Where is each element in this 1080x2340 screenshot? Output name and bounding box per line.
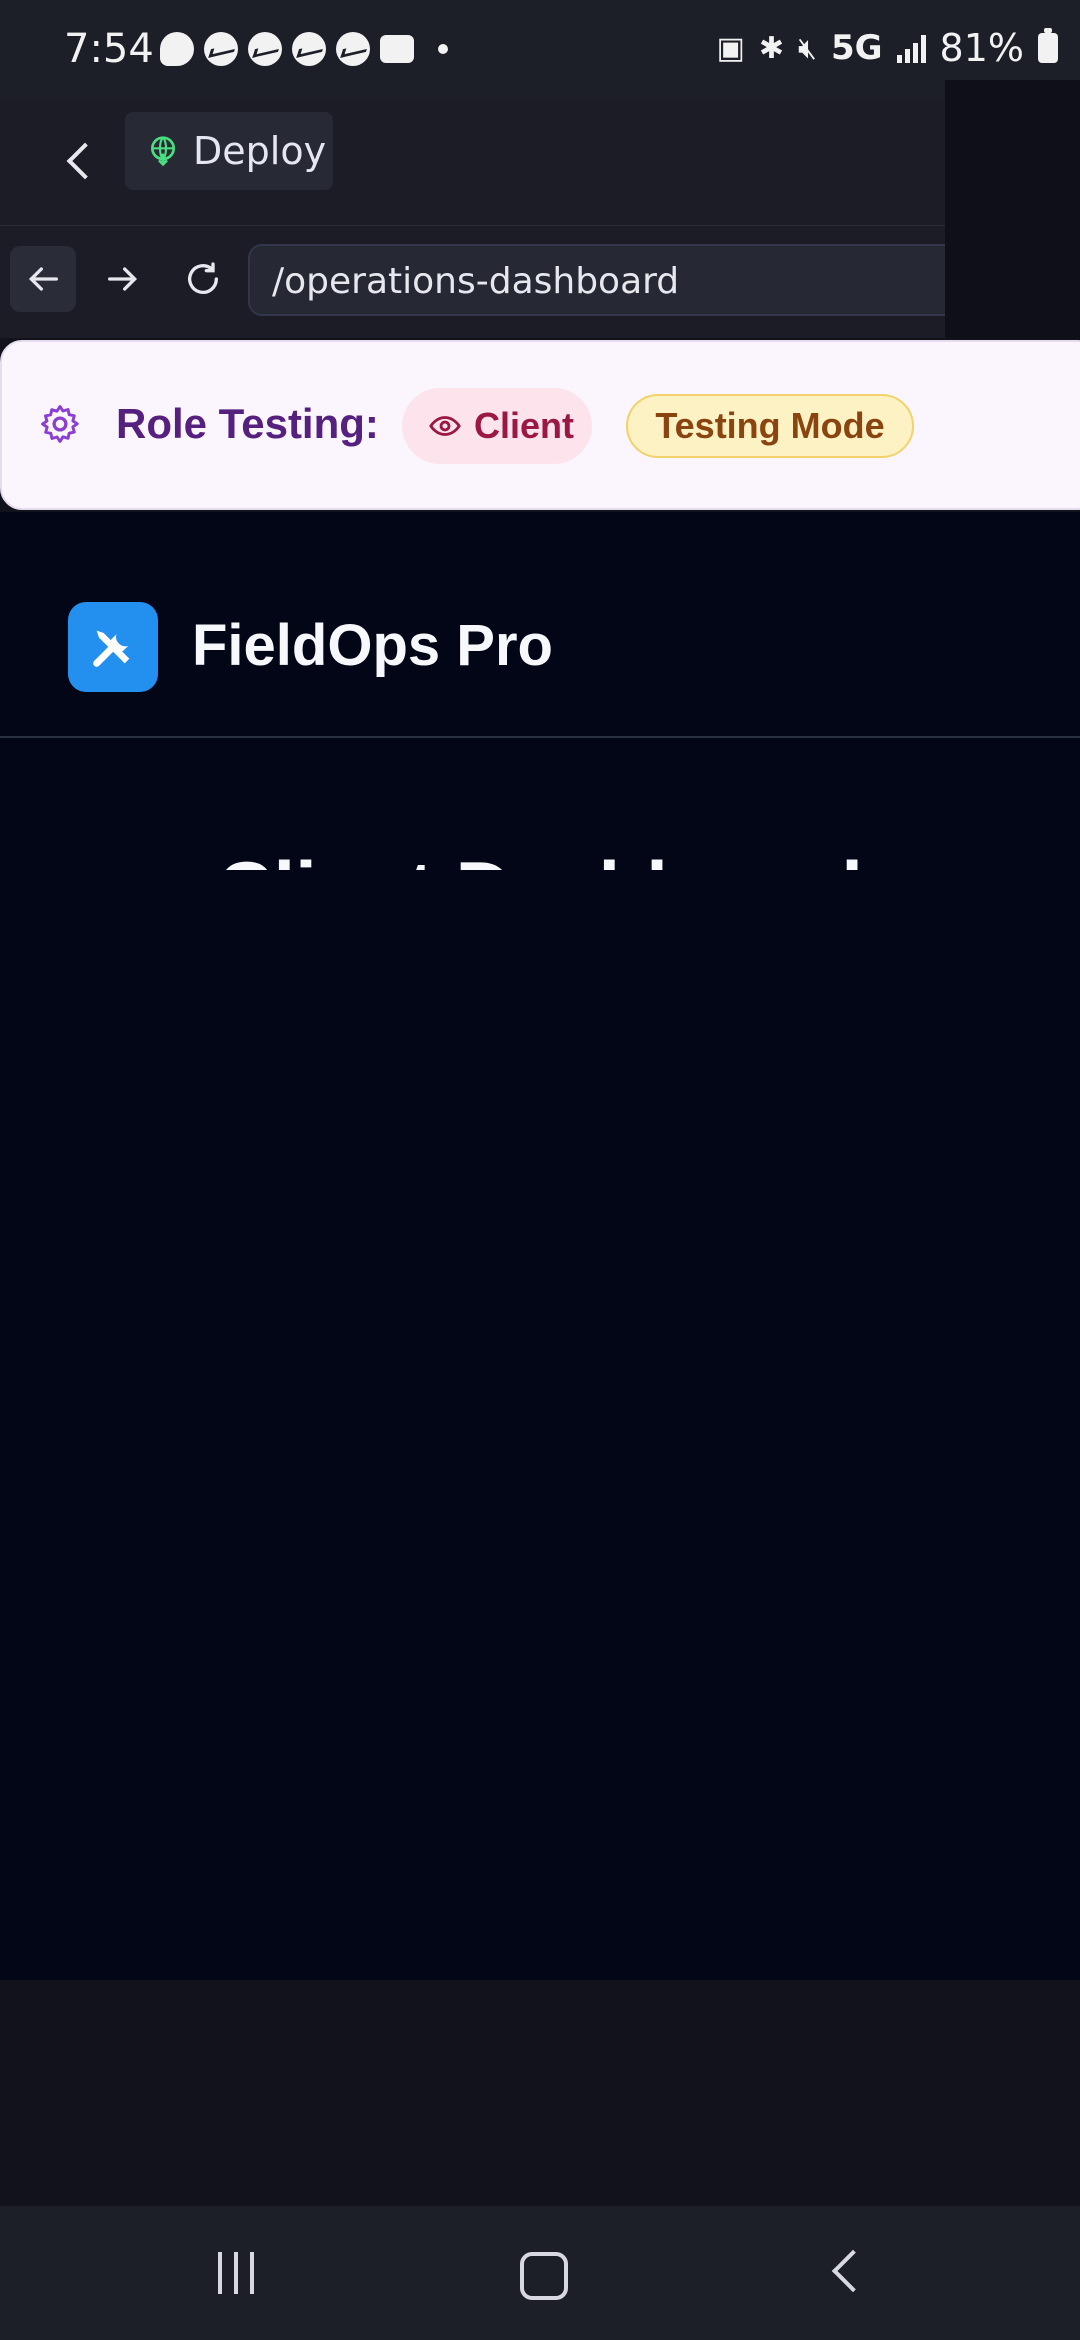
notification-icons <box>160 32 448 66</box>
messenger-icon <box>292 32 326 66</box>
page-title-area: Client Dashboard <box>0 812 1080 870</box>
preview-footer-area <box>0 1980 1080 2206</box>
deploy-icon <box>151 136 175 167</box>
messenger-icon <box>204 32 238 66</box>
status-indicators: ▣ ✱ 🔇︎ 5G 81% <box>717 26 1058 70</box>
recents-button[interactable] <box>218 2252 254 2294</box>
role-label: Client <box>474 405 575 446</box>
app-header: Deploy <box>0 100 945 226</box>
role-testing-label: Role Testing: <box>116 400 379 447</box>
browser-forward-button[interactable] <box>90 246 156 312</box>
testing-mode-badge: Testing Mode <box>626 394 914 458</box>
app-name: FieldOps Pro <box>192 613 553 678</box>
testing-mode-label: Testing Mode <box>655 405 885 446</box>
deploy-button[interactable]: Deploy <box>125 112 333 190</box>
wallet-icon <box>380 35 414 63</box>
url-input[interactable]: /operations-dashboard <box>248 244 968 316</box>
threads-icon <box>160 32 194 66</box>
more-notifications-dot <box>438 44 448 54</box>
bluetooth-icon: ✱ <box>758 30 785 66</box>
home-button[interactable] <box>520 2252 568 2300</box>
arrow-left-icon <box>28 267 58 291</box>
network-type: 5G <box>830 28 883 68</box>
tools-icon <box>93 630 130 667</box>
role-selector-client[interactable]: Client <box>402 388 592 464</box>
status-bar: 7:54 ▣ ✱ 🔇︎ 5G 81% <box>0 0 1080 100</box>
page-title: Client Dashboard <box>0 844 1080 870</box>
arrow-right-icon <box>108 267 138 291</box>
status-time: 7:54 <box>64 26 154 72</box>
deploy-label: Deploy <box>193 129 327 173</box>
role-testing-banner: Role Testing: Client Testing Mode <box>0 340 1080 510</box>
browser-reload-button[interactable] <box>170 246 236 312</box>
messenger-icon <box>336 32 370 66</box>
reload-icon <box>188 262 218 294</box>
side-panel-edge <box>945 80 1080 338</box>
gear-icon <box>41 405 79 443</box>
system-navigation-bar <box>0 2206 1080 2340</box>
messenger-icon <box>248 32 282 66</box>
battery-saver-icon: ▣ <box>716 30 745 66</box>
mute-icon: 🔇︎ <box>798 30 817 66</box>
app-content: FieldOps Pro Client Dashboard <box>0 512 1080 1980</box>
battery-icon <box>1038 28 1058 63</box>
eye-icon <box>429 416 461 436</box>
app-brand-header: FieldOps Pro <box>0 512 1080 738</box>
close-preview-button[interactable] <box>58 132 102 192</box>
signal-icon <box>896 33 926 63</box>
app-logo[interactable] <box>68 602 158 692</box>
browser-toolbar: /operations-dashboard <box>0 226 968 338</box>
system-back-button[interactable] <box>831 2249 875 2293</box>
browser-back-button[interactable] <box>10 246 76 312</box>
battery-percent: 81% <box>939 26 1024 70</box>
